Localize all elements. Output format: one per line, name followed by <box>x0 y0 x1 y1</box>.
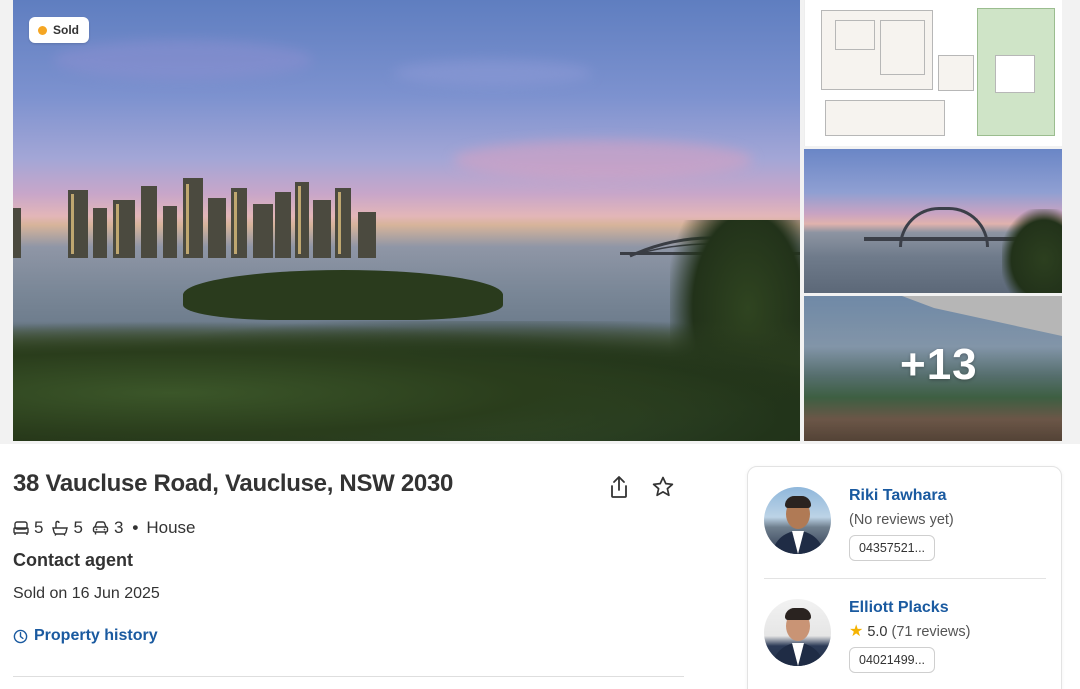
floorplan-room <box>835 20 875 50</box>
property-history-label: Property history <box>34 627 158 644</box>
agent-avatar[interactable] <box>764 599 831 666</box>
share-icon <box>611 476 627 498</box>
agent-item: Elliott Placks ★ 5.0 (71 reviews) 040214… <box>764 599 1054 679</box>
more-photos-count: +13 <box>900 340 978 389</box>
agent-rating: 5.0 <box>867 624 888 640</box>
agent-phone-button[interactable]: 04021499... <box>849 647 936 673</box>
rating-star-icon: ★ <box>849 623 864 640</box>
property-features: 5 5 3 • House <box>13 518 196 538</box>
harbour-view-thumbnail[interactable] <box>804 149 1062 293</box>
car-spaces-feature: 3 <box>92 518 123 538</box>
bedrooms-feature: 5 <box>13 518 43 538</box>
agent-avatar[interactable] <box>764 487 831 554</box>
harbour-island <box>183 270 503 320</box>
agent-item: Riki Tawhara (No reviews yet) 04357521..… <box>764 487 1054 567</box>
sold-date: Sold on 16 Jun 2025 <box>13 585 160 602</box>
bath-icon <box>52 520 69 536</box>
status-badge: Sold <box>29 17 89 43</box>
save-favourite-button[interactable] <box>649 473 677 501</box>
property-address: 38 Vaucluse Road, Vaucluse, NSW 2030 <box>13 470 454 497</box>
agent-name[interactable]: Riki Tawhara <box>849 487 947 505</box>
agent-card: Riki Tawhara (No reviews yet) 04357521..… <box>747 466 1062 689</box>
thumbnail-trees <box>1002 209 1062 293</box>
main-photo[interactable] <box>13 0 800 441</box>
foreground-bushland <box>13 321 800 441</box>
agent-name[interactable]: Elliott Placks <box>849 599 949 617</box>
floorplan-thumbnail[interactable] <box>804 0 1062 146</box>
agent-reviews-text: (No reviews yet) <box>849 512 954 528</box>
floorplan-room <box>825 100 945 136</box>
bathrooms-feature: 5 <box>52 518 83 538</box>
agent-divider <box>764 578 1046 579</box>
more-photos-thumbnail[interactable]: +13 <box>804 296 1062 441</box>
car-spaces-count: 3 <box>113 518 124 537</box>
section-divider <box>13 676 684 677</box>
feature-separator: • <box>132 518 139 537</box>
agent-reviews: (No reviews yet) <box>849 512 954 528</box>
property-type: House <box>146 518 196 537</box>
car-icon <box>92 521 109 535</box>
bed-icon <box>13 521 29 535</box>
bathrooms-count: 5 <box>73 518 83 537</box>
star-outline-icon <box>652 476 674 497</box>
clock-icon <box>13 629 28 643</box>
agent-phone-button[interactable]: 04357521... <box>849 535 936 561</box>
sky-cloud <box>453 140 753 180</box>
sky-cloud <box>53 40 313 80</box>
photo-gallery: Sold +13 <box>0 0 1080 444</box>
property-history-link[interactable]: Property history <box>13 627 158 645</box>
bridge-arch <box>899 207 989 247</box>
bedrooms-count: 5 <box>34 518 44 537</box>
floorplan-room <box>880 20 925 75</box>
sky-cloud <box>393 60 593 86</box>
status-dot-icon <box>38 25 47 35</box>
site-plan-house <box>995 55 1035 93</box>
city-skyline <box>13 178 376 258</box>
share-button[interactable] <box>605 473 633 501</box>
agent-reviews-text: (71 reviews) <box>891 624 971 640</box>
price-label: Contact agent <box>13 550 134 570</box>
floorplan-room <box>938 55 974 91</box>
avatar-hair <box>785 496 811 508</box>
status-badge-label: Sold <box>53 23 79 37</box>
agent-reviews: ★ 5.0 (71 reviews) <box>849 623 971 641</box>
avatar-hair <box>785 608 811 620</box>
